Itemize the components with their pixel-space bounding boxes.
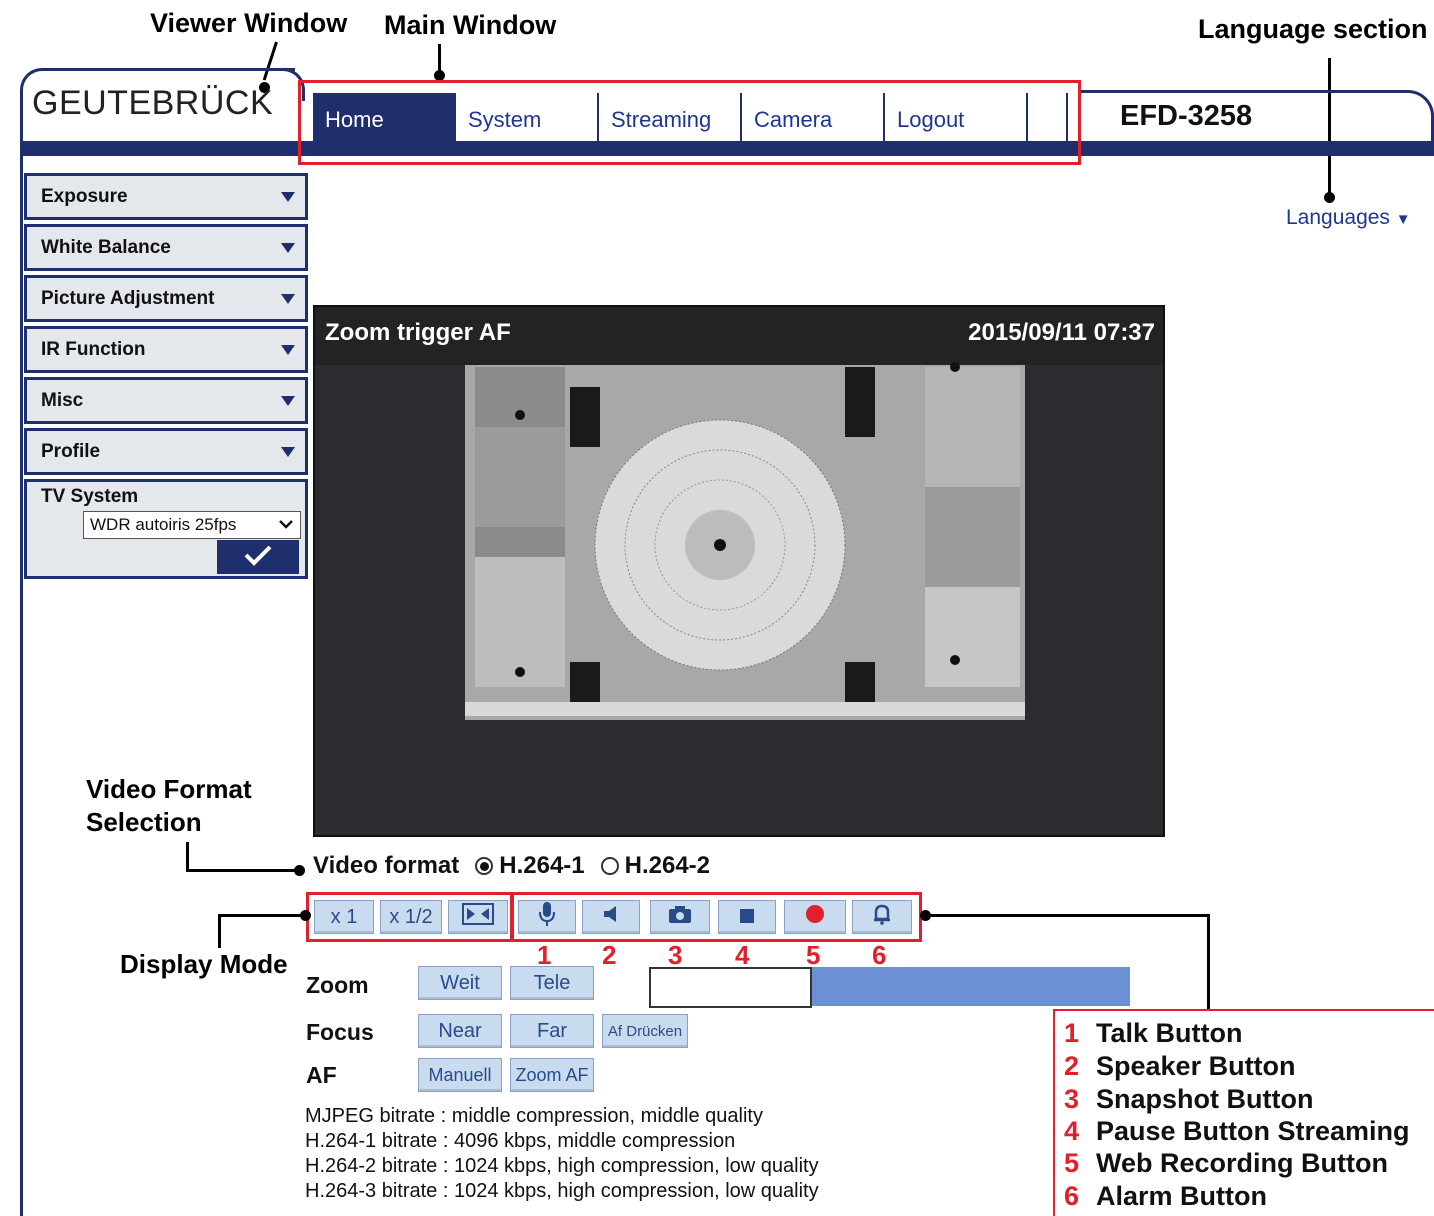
sidebar-item-label: IR Function bbox=[41, 338, 146, 360]
focus-far-label: Far bbox=[537, 1019, 567, 1042]
dropdown-arrow-icon bbox=[281, 395, 295, 406]
focus-label: Focus bbox=[306, 1019, 374, 1045]
connector-functions-v bbox=[1207, 914, 1210, 1010]
legend-item: 4 Pause Button Streaming bbox=[1064, 1116, 1410, 1146]
video-stream[interactable]: Zoom trigger AF 2015/09/11 07:37 bbox=[313, 305, 1165, 837]
radio-h264-1-label: H.264-1 bbox=[499, 852, 585, 879]
radio-selected-dot bbox=[479, 861, 489, 871]
af-label: AF bbox=[306, 1062, 337, 1088]
sidebar-item-white-balance[interactable]: White Balance bbox=[24, 224, 308, 271]
sidebar-item-label: Picture Adjustment bbox=[41, 287, 215, 309]
callout-display-mode: Display Mode bbox=[120, 949, 288, 979]
bitrate-line: H.264-2 bitrate : 1024 kbps, high compre… bbox=[305, 1155, 819, 1177]
legend-item: 5 Web Recording Button bbox=[1064, 1148, 1388, 1178]
display-mode-highlight bbox=[306, 892, 514, 942]
zoom-tele-button[interactable]: Tele bbox=[510, 966, 594, 1000]
video-overlay-timestamp: 2015/09/11 07:37 bbox=[968, 319, 1155, 346]
dropdown-arrow-icon bbox=[281, 344, 295, 355]
connector-video-format-v bbox=[186, 842, 189, 872]
video-frame-image bbox=[315, 307, 1163, 835]
check-icon bbox=[243, 544, 273, 571]
focus-near-label: Near bbox=[438, 1019, 482, 1042]
legend-item: 2 Speaker Button bbox=[1064, 1051, 1296, 1081]
sidebar-menu: Exposure White Balance Picture Adjustmen… bbox=[24, 173, 308, 579]
connector-dot-video-format bbox=[294, 865, 305, 876]
tv-system-label: TV System bbox=[41, 486, 139, 507]
radio-h264-2-label: H.264-2 bbox=[624, 852, 711, 879]
bitrate-line: H.264-3 bitrate : 1024 kbps, high compre… bbox=[305, 1180, 819, 1202]
sidebar-item-label: Misc bbox=[41, 389, 84, 411]
camera-model: EFD-3258 bbox=[1120, 100, 1253, 132]
languages-label: Languages bbox=[1286, 206, 1390, 229]
af-press-label: Af Drücken bbox=[607, 1022, 683, 1040]
sidebar-item-exposure[interactable]: Exposure bbox=[24, 173, 308, 220]
zoom-slider-fill[interactable] bbox=[812, 967, 1130, 1006]
af-manual-label: Manuell bbox=[428, 1064, 492, 1085]
radio-h264-2[interactable] bbox=[600, 857, 619, 875]
video-format-selector: Video format H.264-1 H.264-2 bbox=[313, 852, 710, 880]
bitrate-info: MJPEG bitrate : middle compression, midd… bbox=[305, 1104, 819, 1204]
legend-item: 6 Alarm Button bbox=[1064, 1181, 1267, 1211]
tv-system-select[interactable]: WDR autoiris 25fps bbox=[83, 511, 301, 539]
sidebar-item-ir-function[interactable]: IR Function bbox=[24, 326, 308, 373]
zoom-af-button[interactable]: Zoom AF bbox=[510, 1058, 594, 1092]
bitrate-line: H.264-1 bitrate : 4096 kbps, middle comp… bbox=[305, 1130, 736, 1152]
button-number-2: 2 bbox=[602, 940, 617, 970]
connector-display-mode-h bbox=[218, 914, 308, 917]
zoom-wide-label: Weit bbox=[440, 971, 480, 994]
af-press-button[interactable]: Af Drücken bbox=[602, 1014, 688, 1048]
sidebar-item-label: White Balance bbox=[41, 236, 171, 258]
viewer-frame-left bbox=[20, 140, 23, 1216]
function-buttons-highlight bbox=[510, 892, 922, 942]
connector-dot-language bbox=[1324, 192, 1335, 203]
connector-functions-h bbox=[924, 914, 1210, 917]
connector-video-format-h bbox=[186, 869, 298, 872]
dropdown-arrow-icon bbox=[281, 446, 295, 457]
sidebar-item-profile[interactable]: Profile bbox=[24, 428, 308, 475]
zoom-wide-button[interactable]: Weit bbox=[418, 966, 502, 1000]
sidebar-item-label: Exposure bbox=[41, 185, 128, 207]
dropdown-arrow-icon bbox=[281, 293, 295, 304]
callout-video-format-line2: Selection bbox=[86, 807, 202, 837]
sidebar-item-misc[interactable]: Misc bbox=[24, 377, 308, 424]
caret-down-icon: ▼ bbox=[1395, 211, 1411, 228]
tv-system-panel: TV System WDR autoiris 25fps bbox=[24, 479, 308, 579]
focus-near-button[interactable]: Near bbox=[418, 1014, 502, 1048]
zoom-tele-label: Tele bbox=[533, 971, 571, 994]
bitrate-line: MJPEG bitrate : middle compression, midd… bbox=[305, 1105, 763, 1127]
af-manual-button[interactable]: Manuell bbox=[418, 1058, 502, 1092]
tv-system-value: WDR autoiris 25fps bbox=[90, 515, 237, 534]
connector-display-mode-v bbox=[218, 914, 221, 948]
callout-viewer-window: Viewer Window bbox=[150, 8, 348, 38]
video-format-label: Video format bbox=[313, 852, 460, 879]
zoom-label: Zoom bbox=[306, 972, 369, 998]
connector-dot-display-mode bbox=[300, 910, 311, 921]
sidebar-item-picture-adjustment[interactable]: Picture Adjustment bbox=[24, 275, 308, 322]
radio-h264-1[interactable] bbox=[475, 857, 494, 875]
legend-item: 3 Snapshot Button bbox=[1064, 1084, 1314, 1114]
main-window-highlight bbox=[298, 80, 1081, 165]
dropdown-arrow-icon bbox=[281, 242, 295, 253]
chevron-down-icon bbox=[278, 515, 294, 535]
brand-logo: GEUTEBRÜCK bbox=[32, 84, 274, 122]
dropdown-arrow-icon bbox=[281, 191, 295, 202]
sidebar-item-label: Profile bbox=[41, 440, 101, 462]
zoom-af-label: Zoom AF bbox=[515, 1064, 589, 1085]
video-overlay-title: Zoom trigger AF bbox=[325, 319, 511, 346]
focus-far-button[interactable]: Far bbox=[510, 1014, 594, 1048]
callout-language-section: Language section bbox=[1198, 14, 1428, 44]
callout-main-window: Main Window bbox=[384, 10, 557, 40]
legend-item: 1 Talk Button bbox=[1064, 1018, 1243, 1048]
languages-dropdown[interactable]: Languages ▼ bbox=[1286, 206, 1411, 230]
tv-system-apply-button[interactable] bbox=[217, 540, 299, 574]
zoom-slider-track[interactable] bbox=[649, 967, 812, 1008]
callout-video-format-line1: Video Format bbox=[86, 774, 252, 804]
